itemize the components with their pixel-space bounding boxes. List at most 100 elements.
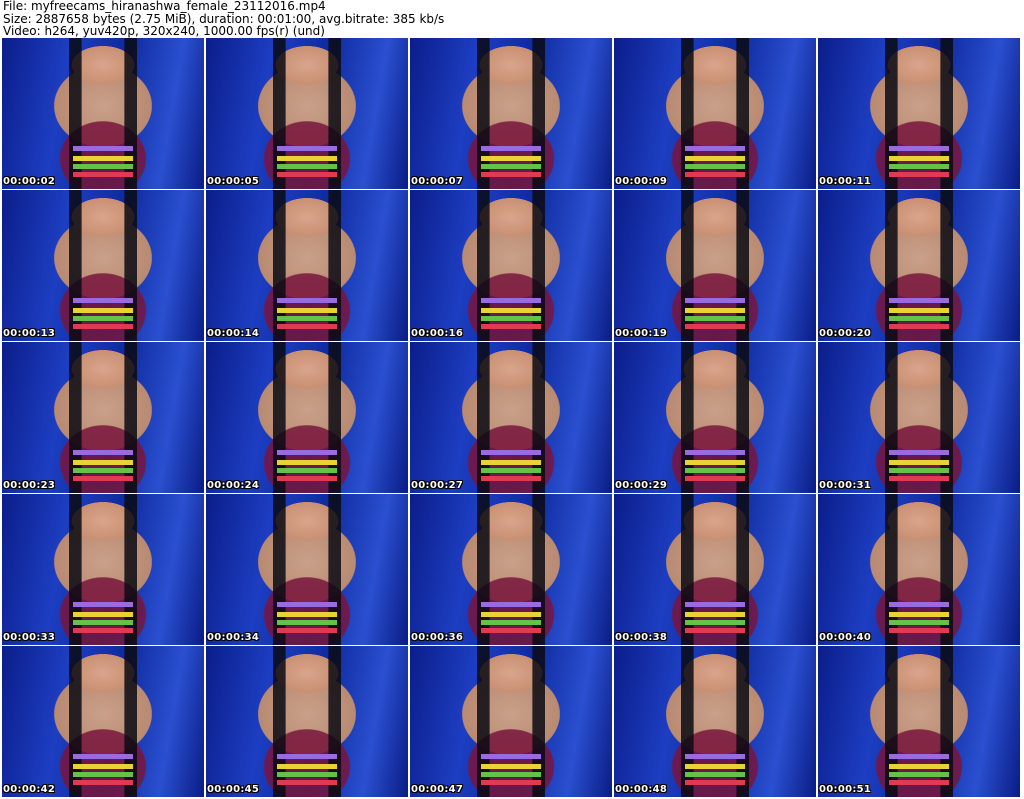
shirt-stripe: [684, 602, 746, 607]
frame-timestamp: 00:00:09: [615, 176, 668, 187]
shirt-stripe: [684, 628, 746, 633]
frame-timestamp: 00:00:05: [207, 176, 260, 187]
shirt-stripe: [72, 298, 134, 303]
frame-timestamp: 00:00:27: [411, 480, 464, 491]
shirt-stripe: [276, 164, 338, 169]
shirt-stripe: [684, 620, 746, 625]
shirt-stripe: [276, 620, 338, 625]
shirt-stripe: [888, 172, 950, 177]
file-info-header: File: myfreecams_hiranashwa_female_23112…: [3, 0, 1021, 38]
shirt-stripe: [888, 476, 950, 481]
shirt-stripe: [888, 628, 950, 633]
shirt-stripe: [480, 324, 542, 329]
frame-timestamp: 00:00:14: [207, 328, 260, 339]
shirt-stripe: [888, 468, 950, 473]
frame-timestamp: 00:00:29: [615, 480, 668, 491]
frame-timestamp: 00:00:51: [819, 784, 872, 795]
video-frame-thumbnail: 00:00:14: [206, 190, 408, 341]
shirt-stripe: [72, 764, 134, 769]
shirt-stripe: [480, 316, 542, 321]
frame-timestamp: 00:00:45: [207, 784, 260, 795]
shirt-stripe: [480, 764, 542, 769]
video-frame-thumbnail: 00:00:33: [2, 494, 204, 645]
shirt-stripe: [888, 602, 950, 607]
shirt-stripe: [276, 612, 338, 617]
shirt-stripe: [276, 602, 338, 607]
shirt-stripe: [72, 612, 134, 617]
video-frame-thumbnail: 00:00:23: [2, 342, 204, 493]
shirt-stripe: [276, 460, 338, 465]
shirt-stripe: [276, 628, 338, 633]
frame-timestamp: 00:00:19: [615, 328, 668, 339]
frame-timestamp: 00:00:11: [819, 176, 872, 187]
frame-timestamp: 00:00:23: [3, 480, 56, 491]
shirt-stripe: [480, 780, 542, 785]
shirt-stripe: [72, 476, 134, 481]
shirt-stripe: [684, 450, 746, 455]
shirt-stripe: [276, 146, 338, 151]
shirt-stripe: [684, 780, 746, 785]
shirt-stripe: [684, 308, 746, 313]
shirt-stripe: [480, 298, 542, 303]
shirt-stripe: [72, 460, 134, 465]
shirt-stripe: [888, 764, 950, 769]
shirt-stripe: [684, 476, 746, 481]
shirt-stripe: [888, 324, 950, 329]
shirt-stripe: [276, 316, 338, 321]
video-frame-thumbnail: 00:00:29: [614, 342, 816, 493]
shirt-stripe: [276, 476, 338, 481]
video-frame-thumbnail: 00:00:48: [614, 646, 816, 797]
shirt-stripe: [72, 308, 134, 313]
shirt-stripe: [276, 772, 338, 777]
video-info-line: Video: h264, yuv420p, 320x240, 1000.00 f…: [3, 24, 325, 38]
video-frame-thumbnail: 00:00:02: [2, 38, 204, 189]
frame-timestamp: 00:00:13: [3, 328, 56, 339]
frame-timestamp: 00:00:07: [411, 176, 464, 187]
shirt-stripe: [480, 612, 542, 617]
shirt-stripe: [480, 628, 542, 633]
shirt-stripe: [276, 754, 338, 759]
shirt-stripe: [480, 620, 542, 625]
shirt-stripe: [72, 164, 134, 169]
shirt-stripe: [72, 172, 134, 177]
shirt-stripe: [684, 764, 746, 769]
shirt-stripe: [72, 468, 134, 473]
shirt-stripe: [72, 156, 134, 161]
thumbnail-grid: 00:00:02 00:00:05 00:00:07 00:00:09 00:00:11…: [2, 38, 1020, 797]
frame-timestamp: 00:00:20: [819, 328, 872, 339]
video-frame-thumbnail: 00:00:19: [614, 190, 816, 341]
file-name-line: File: myfreecams_hiranashwa_female_23112…: [3, 0, 326, 13]
video-frame-thumbnail: 00:00:47: [410, 646, 612, 797]
shirt-stripe: [888, 156, 950, 161]
frame-timestamp: 00:00:42: [3, 784, 56, 795]
frame-timestamp: 00:00:16: [411, 328, 464, 339]
shirt-stripe: [888, 754, 950, 759]
shirt-stripe: [480, 476, 542, 481]
shirt-stripe: [72, 316, 134, 321]
frame-timestamp: 00:00:34: [207, 632, 260, 643]
shirt-stripe: [72, 754, 134, 759]
shirt-stripe: [888, 772, 950, 777]
video-frame-thumbnail: 00:00:24: [206, 342, 408, 493]
shirt-stripe: [684, 754, 746, 759]
shirt-stripe: [480, 164, 542, 169]
shirt-stripe: [72, 620, 134, 625]
shirt-stripe: [276, 298, 338, 303]
shirt-stripe: [72, 772, 134, 777]
frame-timestamp: 00:00:38: [615, 632, 668, 643]
video-frame-thumbnail: 00:00:20: [818, 190, 1020, 341]
shirt-stripe: [684, 164, 746, 169]
shirt-stripe: [480, 772, 542, 777]
shirt-stripe: [276, 308, 338, 313]
shirt-stripe: [888, 460, 950, 465]
shirt-stripe: [276, 450, 338, 455]
shirt-stripe: [480, 146, 542, 151]
shirt-stripe: [276, 780, 338, 785]
shirt-stripe: [480, 172, 542, 177]
shirt-stripe: [480, 754, 542, 759]
shirt-stripe: [684, 156, 746, 161]
shirt-stripe: [684, 324, 746, 329]
shirt-stripe: [276, 468, 338, 473]
frame-timestamp: 00:00:33: [3, 632, 56, 643]
shirt-stripe: [276, 324, 338, 329]
